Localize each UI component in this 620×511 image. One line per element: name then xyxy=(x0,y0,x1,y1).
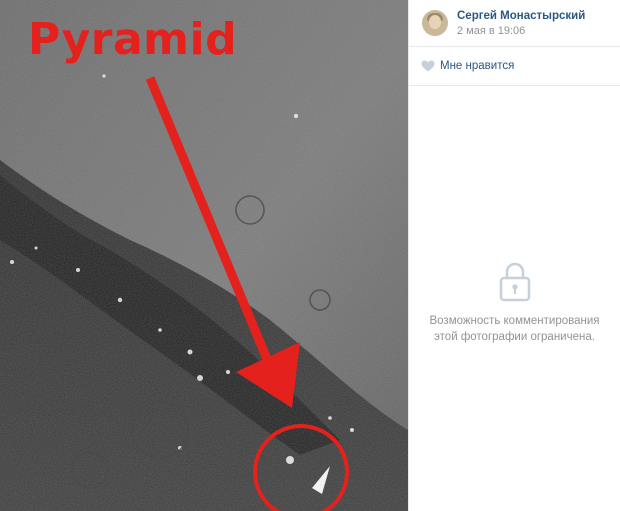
lock-icon xyxy=(499,262,530,302)
heart-icon xyxy=(421,60,435,72)
author-text: Сергей Монастырский 2 мая в 19:06 xyxy=(457,9,585,38)
photo-viewer: Pyramid Сергей Монастырский 2 мая в 19:0… xyxy=(0,0,620,511)
author-name[interactable]: Сергей Монастырский xyxy=(457,9,585,23)
post-date[interactable]: 2 мая в 19:06 xyxy=(457,24,585,38)
comments-locked-text: Возможность комментирования этой фотогра… xyxy=(429,315,600,343)
photo-sidebar: Сергей Монастырский 2 мая в 19:06 Мне нр… xyxy=(408,0,620,511)
like-label: Мне нравится xyxy=(440,60,515,72)
photo-overlay-label: Pyramid xyxy=(28,14,238,65)
like-button[interactable]: Мне нравится xyxy=(409,47,620,86)
comments-locked: Возможность комментирования этой фотогра… xyxy=(409,262,620,345)
author-block: Сергей Монастырский 2 мая в 19:06 xyxy=(409,0,620,47)
avatar[interactable] xyxy=(422,10,448,36)
photo-area[interactable]: Pyramid xyxy=(0,0,408,511)
lunar-photo xyxy=(0,0,408,511)
